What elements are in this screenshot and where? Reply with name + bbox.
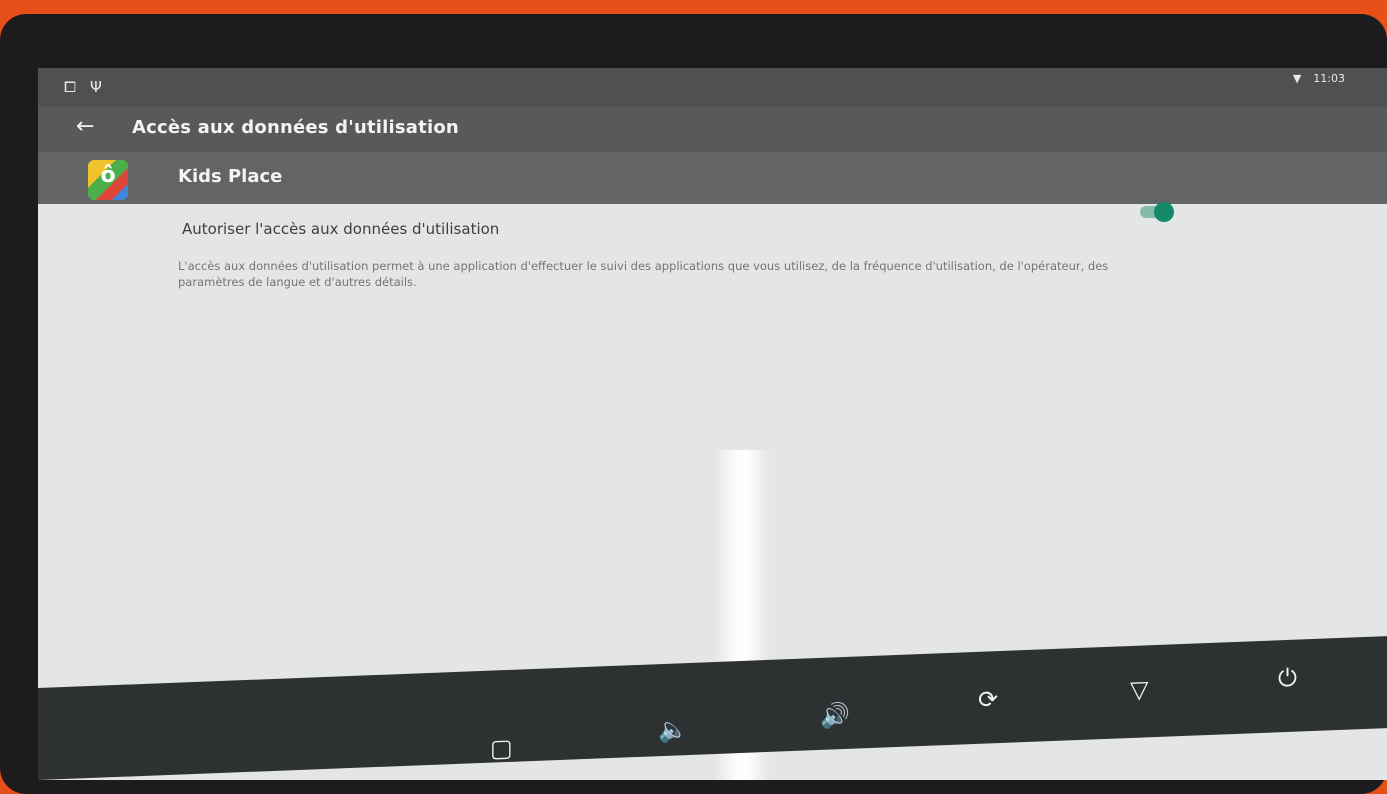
volume-up-icon[interactable]: 🔊 xyxy=(820,701,850,730)
app-name: Kids Place xyxy=(178,166,283,187)
back-icon[interactable]: ▽ xyxy=(1130,675,1148,704)
permit-usage-access-toggle[interactable] xyxy=(1140,202,1174,222)
permit-usage-access-label[interactable]: Autoriser l'accès aux données d'utilisat… xyxy=(182,220,499,238)
status-time: 11:03 xyxy=(1313,72,1345,85)
rotate-icon[interactable]: ⟳ xyxy=(978,685,998,714)
toolbar: ← Accès aux données d'utilisation xyxy=(38,106,1387,152)
usb-icon: Ψ xyxy=(90,78,102,96)
usage-access-description: L'accès aux données d'utilisation permet… xyxy=(178,259,1109,289)
wifi-icon: ▼ xyxy=(1292,72,1302,85)
kids-place-app-icon: ô xyxy=(88,160,128,200)
navigation-bar: ▢ 🔈 🔊 ⟳ ▽ ⏻ xyxy=(38,636,1387,780)
power-icon[interactable]: ⏻ xyxy=(1278,664,1297,693)
status-bar: ⧠ Ψ ▼ 11:03 xyxy=(38,68,1387,106)
page-title: Accès aux données d'utilisation xyxy=(132,117,459,138)
screenshot-icon: ⧠ xyxy=(64,78,77,96)
toggle-knob xyxy=(1154,202,1174,222)
back-arrow-icon[interactable]: ← xyxy=(76,114,94,139)
recents-icon[interactable]: ▢ xyxy=(490,734,513,763)
volume-down-icon[interactable]: 🔈 xyxy=(658,715,688,744)
tablet-screen: ⧠ Ψ ▼ 11:03 ← Accès aux données d'utilis… xyxy=(38,68,1387,780)
app-header-row: ô Kids Place xyxy=(38,152,1387,204)
